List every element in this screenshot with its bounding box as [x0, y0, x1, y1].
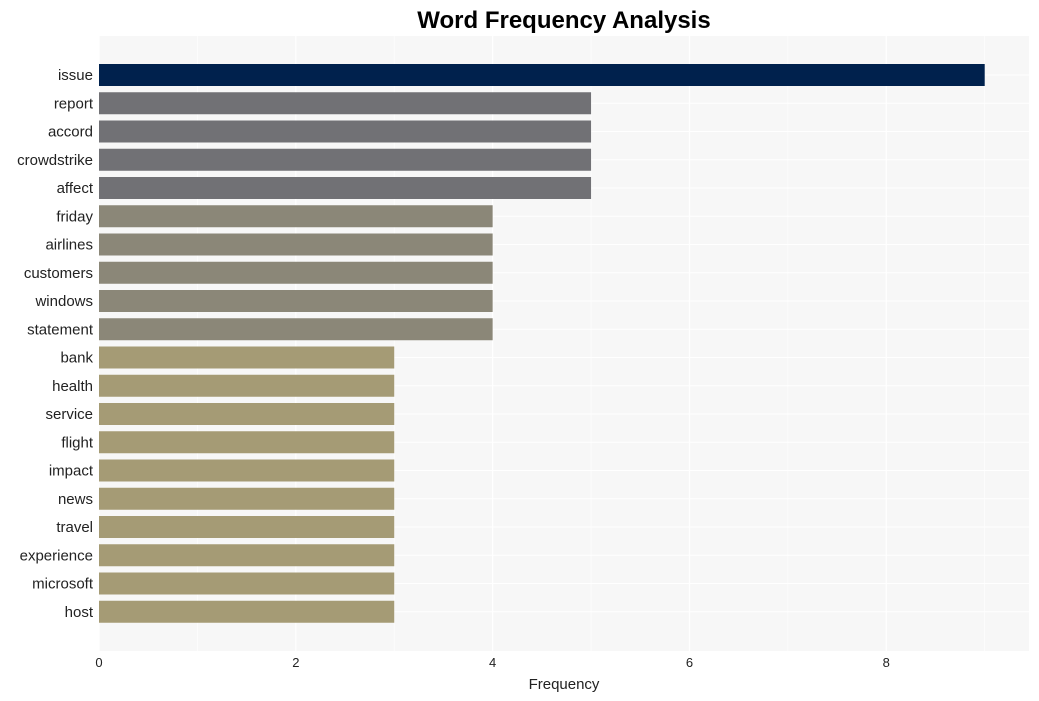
x-tick-label-8: 8: [883, 655, 890, 670]
x-tick-label-2: 2: [292, 655, 299, 670]
bar-impact: [99, 459, 395, 482]
bar-issue: [99, 64, 985, 86]
chart-title: Word Frequency Analysis: [417, 7, 710, 34]
y-tick-label-crowdstrike: crowdstrike: [17, 152, 93, 169]
x-axis-label: Frequency: [529, 676, 600, 693]
bar-flight: [99, 431, 395, 454]
y-tick-label-health: health: [52, 378, 93, 395]
bar-crowdstrike: [99, 148, 592, 171]
x-tick-label-4: 4: [489, 655, 496, 670]
bar-friday: [99, 205, 493, 228]
y-tick-label-flight: flight: [61, 434, 94, 451]
y-tick-label-experience: experience: [20, 547, 93, 564]
bar-windows: [99, 290, 493, 312]
word-frequency-chart: Word Frequency Analysis issue report accor…: [17, 7, 1029, 693]
bar-host: [99, 600, 395, 623]
y-tick-label-bank: bank: [60, 350, 93, 367]
x-tick-labels: 0 2 4 6 8: [95, 655, 890, 670]
y-tick-label-affect: affect: [57, 180, 94, 197]
y-tick-label-windows: windows: [34, 293, 93, 310]
bar-affect: [99, 177, 592, 199]
bar-travel: [99, 516, 395, 538]
y-tick-label-service: service: [45, 406, 93, 423]
bar-service: [99, 403, 395, 425]
y-tick-label-issue: issue: [58, 67, 93, 84]
y-tick-label-statement: statement: [27, 321, 94, 338]
y-tick-label-friday: friday: [56, 208, 93, 225]
bar-accord: [99, 120, 592, 143]
bar-bank: [99, 346, 395, 369]
y-tick-label-host: host: [65, 604, 94, 621]
y-tick-labels: issue report accord crowdstrike affect friday…: [17, 67, 94, 621]
y-tick-label-impact: impact: [49, 463, 94, 480]
y-tick-label-accord: accord: [48, 124, 93, 141]
y-tick-label-news: news: [58, 491, 93, 508]
bar-customers: [99, 261, 493, 284]
bar-health: [99, 374, 395, 397]
bar-news: [99, 487, 395, 510]
bar-report: [99, 92, 592, 115]
bar-microsoft: [99, 572, 395, 595]
bar-statement: [99, 318, 493, 341]
y-tick-label-microsoft: microsoft: [32, 576, 94, 593]
y-tick-label-airlines: airlines: [45, 237, 93, 254]
x-tick-label-6: 6: [686, 655, 693, 670]
bar-experience: [99, 544, 395, 567]
bar-airlines: [99, 233, 493, 256]
y-tick-label-customers: customers: [24, 265, 93, 282]
x-tick-label-0: 0: [95, 655, 102, 670]
y-tick-label-report: report: [54, 95, 94, 112]
y-tick-label-travel: travel: [56, 519, 93, 536]
